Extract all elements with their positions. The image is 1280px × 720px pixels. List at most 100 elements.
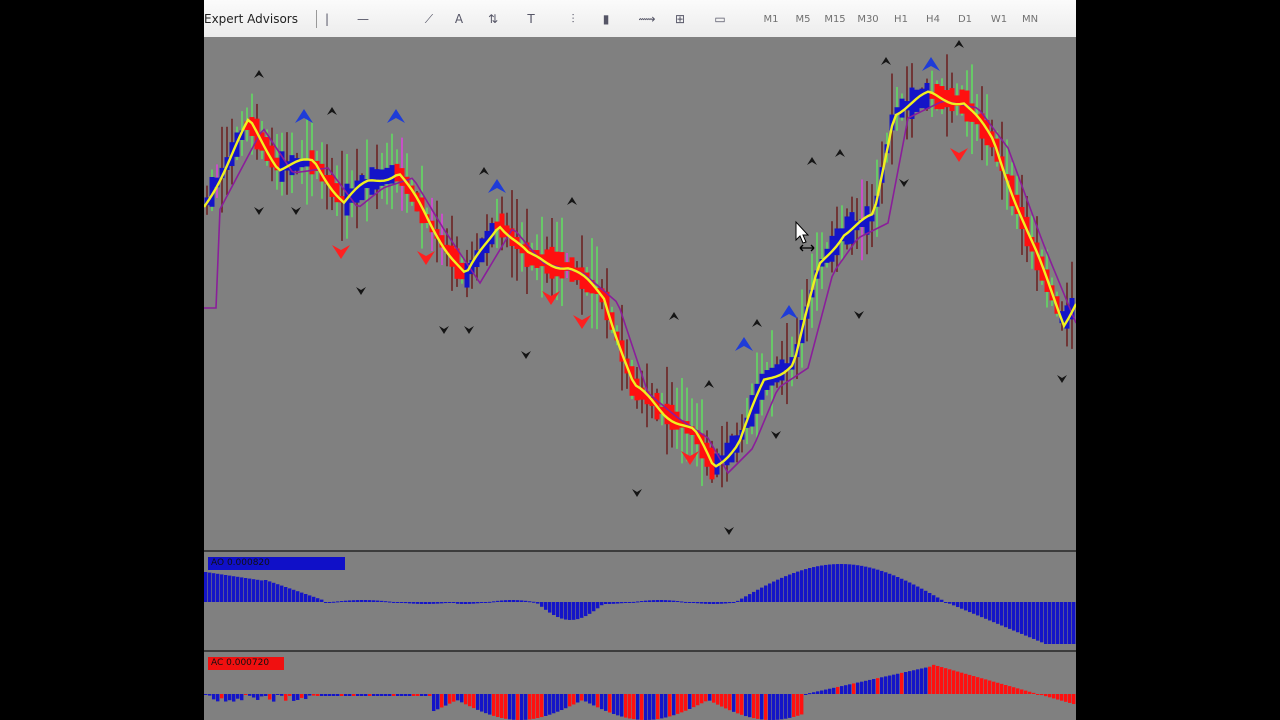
ac-histogram-bar	[1024, 690, 1028, 694]
ao-histogram-bar	[992, 602, 996, 623]
ao-histogram-bar	[948, 602, 952, 604]
ac-histogram-bar	[764, 694, 768, 720]
ao-histogram-bar	[760, 587, 764, 602]
ao-histogram-bar	[296, 591, 300, 602]
expert-advisors-button[interactable]: Expert Advisors	[204, 0, 298, 37]
ac-histogram-bar	[416, 694, 420, 696]
timeframe-m15[interactable]: M15	[821, 0, 849, 37]
ao-indicator-label: AO 0.000820	[208, 557, 345, 570]
line-chart-icon[interactable]: ⟿	[638, 10, 656, 28]
ao-histogram-bar	[340, 601, 344, 603]
timeframe-h4[interactable]: H4	[919, 0, 947, 37]
ac-histogram-bar	[420, 694, 424, 696]
trendline-icon[interactable]: ⟋	[420, 10, 438, 28]
ao-histogram-bar	[352, 600, 356, 602]
ao-histogram-bar	[492, 601, 496, 603]
chart-template-icon[interactable]: ▭	[711, 10, 729, 28]
ao-oscillator-panel[interactable]: AO 0.000820	[204, 552, 1076, 652]
ao-histogram-bar	[480, 602, 484, 603]
ac-oscillator-panel[interactable]: AC 0.000720	[204, 652, 1076, 720]
ac-histogram-bar	[692, 694, 696, 708]
timeframe-h1[interactable]: H1	[887, 0, 915, 37]
ao-histogram-bar	[884, 572, 888, 602]
ao-histogram-bar	[440, 602, 444, 604]
ac-histogram-bar	[492, 694, 496, 716]
ac-histogram-bar	[720, 694, 724, 707]
ac-histogram-bar	[972, 676, 976, 694]
ac-histogram-bar	[996, 682, 1000, 694]
fractal-down-arrow	[356, 287, 366, 295]
timeframe-w1[interactable]: W1	[985, 0, 1013, 37]
ao-histogram-bar	[680, 601, 684, 603]
ac-histogram-bar	[444, 694, 448, 706]
bar-chart-icon[interactable]: ⫶	[564, 10, 582, 28]
ao-histogram-bar	[324, 602, 328, 603]
ao-histogram-bar	[408, 602, 412, 604]
ac-histogram-bar	[768, 694, 772, 720]
ao-histogram-bar	[644, 600, 648, 602]
ac-histogram-bar	[512, 694, 516, 720]
timeframe-m1[interactable]: M1	[757, 0, 785, 37]
ac-histogram-bar	[688, 694, 692, 709]
ao-histogram-bar	[1016, 602, 1020, 633]
ac-indicator-label: AC 0.000720	[208, 657, 284, 670]
ao-histogram-bar	[584, 602, 588, 617]
vertical-line-icon[interactable]: |	[318, 10, 336, 28]
fractal-up-arrow	[807, 157, 817, 165]
ac-histogram-bar	[1020, 689, 1024, 694]
toolbar: Expert Advisors | — ⟋ A ⇅ T ⫶ ▮ ⟿ ⊞ ▭ M1…	[204, 0, 1076, 38]
ao-histogram-bar	[284, 587, 288, 602]
ao-histogram-bar	[816, 566, 820, 602]
ao-histogram-bar	[344, 600, 348, 602]
ac-histogram-bar	[324, 694, 328, 696]
ac-histogram-bar	[344, 694, 348, 696]
ac-histogram-bar	[228, 694, 232, 701]
trading-terminal: Expert Advisors | — ⟋ A ⇅ T ⫶ ▮ ⟿ ⊞ ▭ M1…	[204, 0, 1076, 720]
ao-histogram-bar	[844, 564, 848, 602]
ac-histogram-bar	[224, 694, 228, 702]
ac-histogram-bar	[620, 694, 624, 717]
ao-histogram-bar	[580, 602, 584, 618]
price-chart-canvas[interactable]	[204, 37, 1076, 550]
candlestick-icon[interactable]: ▮	[597, 10, 615, 28]
ao-histogram-bar	[504, 600, 508, 602]
candle-body	[499, 213, 505, 238]
timeframe-mn[interactable]: MN	[1016, 0, 1044, 37]
ac-histogram-bar	[388, 694, 392, 696]
text-label-icon[interactable]: T	[522, 10, 540, 28]
ac-histogram-bar	[976, 677, 980, 694]
timeframe-m30[interactable]: M30	[854, 0, 882, 37]
text-tool-icon[interactable]: A	[450, 10, 468, 28]
ac-histogram-bar	[404, 694, 408, 696]
ac-histogram-bar	[372, 694, 376, 696]
buy-signal-arrow	[295, 109, 313, 123]
timeframe-m5[interactable]: M5	[789, 0, 817, 37]
zoom-in-icon[interactable]: ⊞	[671, 10, 689, 28]
arrows-tool-icon[interactable]: ⇅	[484, 10, 502, 28]
horizontal-line-icon[interactable]: —	[354, 10, 372, 28]
ac-histogram-bar	[776, 694, 780, 720]
ac-histogram-bar	[924, 667, 928, 694]
ac-histogram-bar	[600, 694, 604, 710]
ac-histogram-bar	[840, 686, 844, 694]
ao-histogram-bar	[388, 601, 392, 603]
ao-histogram-bar	[928, 592, 932, 602]
price-chart[interactable]	[204, 37, 1076, 552]
ao-histogram-bar	[1020, 602, 1024, 634]
ao-histogram-bar	[744, 596, 748, 602]
ac-histogram-bar	[944, 668, 948, 694]
ac-histogram-bar	[844, 685, 848, 694]
ac-histogram-bar	[676, 694, 680, 714]
timeframe-d1[interactable]: D1	[951, 0, 979, 37]
ao-histogram-bar	[1024, 602, 1028, 636]
ac-histogram-bar	[912, 670, 916, 694]
ac-histogram-bar	[452, 694, 456, 702]
ac-histogram-bar	[608, 694, 612, 713]
ac-histogram-bar	[488, 694, 492, 715]
ao-histogram-bar	[336, 601, 340, 603]
ao-histogram-bar	[544, 602, 548, 610]
ac-histogram-bar	[728, 694, 732, 711]
fractal-down-arrow	[254, 207, 264, 215]
ac-histogram-bar	[808, 693, 812, 695]
ac-histogram-bar	[584, 694, 588, 702]
